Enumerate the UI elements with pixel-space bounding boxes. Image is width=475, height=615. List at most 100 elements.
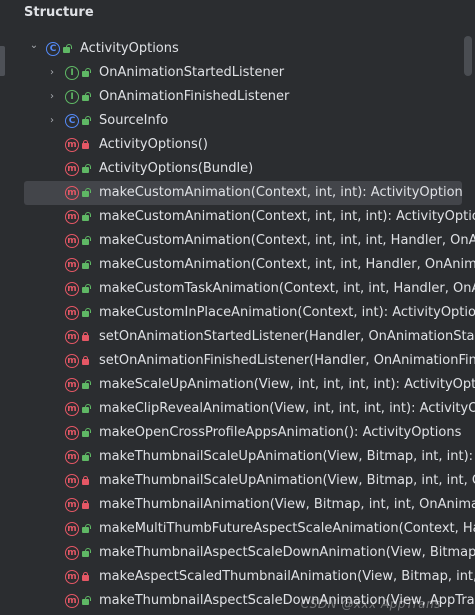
method-icon: m <box>65 402 79 416</box>
tree-row-label: makeClipRevealAnimation(View, int, int, … <box>99 401 475 416</box>
lock-icon <box>82 476 90 485</box>
tree-row[interactable]: m setOnAnimationStartedListener(Handler, … <box>0 325 475 349</box>
tree-row-label: makeMultiThumbFutureAspectScaleAnimation… <box>99 521 475 536</box>
method-icon: m <box>65 234 79 248</box>
tree-row[interactable]: › I OnAnimationStartedListener <box>0 61 475 85</box>
method-icon: m <box>65 258 79 272</box>
unlock-icon <box>82 428 90 437</box>
tree-row[interactable]: m makeThumbnailScaleUpAnimation(View, Bit… <box>0 445 475 469</box>
unlock-icon <box>82 164 90 173</box>
unlock-icon <box>82 596 90 605</box>
tree-row-label: makeCustomInPlaceAnimation(Context, int)… <box>99 305 475 320</box>
interface-icon: I <box>65 90 79 104</box>
method-icon: m <box>65 450 79 464</box>
tree-row-label: makeScaleUpAnimation(View, int, int, int… <box>99 377 475 392</box>
tree-row[interactable]: m makeClipRevealAnimation(View, int, int,… <box>0 397 475 421</box>
chevron-right-icon[interactable]: › <box>46 109 58 133</box>
tree-row[interactable]: m makeCustomTaskAnimation(Context, int, i… <box>0 277 475 301</box>
unlock-icon <box>82 92 90 101</box>
tree-row-label: makeThumbnailScaleUpAnimation(View, Bitm… <box>99 473 475 488</box>
tree-row[interactable]: m makeThumbnailScaleUpAnimation(View, Bit… <box>0 469 475 493</box>
method-icon: m <box>65 186 79 200</box>
unlock-icon <box>82 212 90 221</box>
unlock-icon <box>82 380 90 389</box>
method-icon: m <box>65 594 79 608</box>
tree-row-label: makeCustomAnimation(Context, int, int, i… <box>99 233 475 248</box>
tree-row-label: makeCustomTaskAnimation(Context, int, in… <box>99 281 475 296</box>
tree-row[interactable]: › C SourceInfo <box>0 109 475 133</box>
method-icon: m <box>65 210 79 224</box>
tree-row[interactable]: m makeOpenCrossProfileAppsAnimation(): Ac… <box>0 421 475 445</box>
tree-row[interactable]: m ActivityOptions(Bundle) <box>0 157 475 181</box>
unlock-icon <box>82 524 90 533</box>
tree-row-label: makeCustomAnimation(Context, int, int, i… <box>99 209 475 224</box>
tree-row-label: makeThumbnailAspectScaleDownAnimation(Vi… <box>99 545 475 560</box>
method-icon: m <box>65 378 79 392</box>
tree-row-label: SourceInfo <box>99 113 169 128</box>
tree-row-label: makeCustomAnimation(Context, int, int): … <box>99 185 462 200</box>
lock-icon <box>82 572 90 581</box>
tree-row-label: ActivityOptions(Bundle) <box>99 161 254 176</box>
tree-row-label: makeCustomAnimation(Context, int, int, H… <box>99 257 475 272</box>
tree-row-label: ActivityOptions <box>80 41 179 56</box>
tree-row[interactable]: m makeScaleUpAnimation(View, int, int, in… <box>0 373 475 397</box>
tree-row[interactable]: m makeCustomAnimation(Context, int, int, … <box>0 253 475 277</box>
tree-row[interactable]: m makeThumbnailAnimation(View, Bitmap, in… <box>0 493 475 517</box>
method-icon: m <box>65 546 79 560</box>
tree-row-label: setOnAnimationStartedListener(Handler, O… <box>99 329 475 344</box>
tree-row-label: setOnAnimationFinishedListener(Handler, … <box>99 353 475 368</box>
panel-title: Structure <box>24 5 94 20</box>
tree-row-label: makeThumbnailAnimation(View, Bitmap, int… <box>99 497 475 512</box>
unlock-icon <box>82 452 90 461</box>
interface-icon: I <box>65 66 79 80</box>
method-icon: m <box>65 138 79 152</box>
method-icon: m <box>65 570 79 584</box>
watermark: CSDN @xxx AppTrans <box>300 597 441 611</box>
tree-row[interactable]: m ActivityOptions() <box>0 133 475 157</box>
method-icon: m <box>65 354 79 368</box>
method-icon: m <box>65 330 79 344</box>
unlock-icon <box>82 236 90 245</box>
lock-icon <box>82 332 90 341</box>
chevron-right-icon[interactable]: › <box>46 61 58 85</box>
structure-tree: ⌄ C ActivityOptions › I OnAnimationStartedLis… <box>0 37 475 613</box>
tree-row[interactable]: m makeThumbnailAspectScaleDownAnimation(V… <box>0 541 475 565</box>
lock-icon <box>82 500 90 509</box>
tree-row[interactable]: m makeCustomInPlaceAnimation(Context, int… <box>0 301 475 325</box>
class-icon: C <box>46 42 60 56</box>
tree-row-label: ActivityOptions() <box>99 137 208 152</box>
unlock-icon <box>82 548 90 557</box>
unlock-icon <box>82 188 90 197</box>
unlock-icon <box>82 116 90 125</box>
lock-icon <box>82 356 90 365</box>
tree-row[interactable]: m makeMultiThumbFutureAspectScaleAnimatio… <box>0 517 475 541</box>
tree-row[interactable]: m makeCustomAnimation(Context, int, int, … <box>0 205 475 229</box>
unlock-icon <box>82 308 90 317</box>
tree-row-label: OnAnimationFinishedListener <box>99 89 290 104</box>
tree-row-label: makeThumbnailScaleUpAnimation(View, Bitm… <box>99 449 475 464</box>
tree-row-label: OnAnimationStartedListener <box>99 65 285 80</box>
tree-row[interactable]: › I OnAnimationFinishedListener <box>0 85 475 109</box>
unlock-icon <box>82 68 90 77</box>
method-icon: m <box>65 474 79 488</box>
tree-row[interactable]: ⌄ C ActivityOptions <box>0 37 475 61</box>
method-icon: m <box>65 306 79 320</box>
tree-row[interactable]: m makeAspectScaledThumbnailAnimation(View… <box>0 565 475 589</box>
chevron-right-icon[interactable]: › <box>46 85 58 109</box>
lock-icon <box>82 140 90 149</box>
tree-row[interactable]: m setOnAnimationFinishedListener(Handler,… <box>0 349 475 373</box>
unlock-icon <box>82 260 90 269</box>
unlock-icon <box>82 404 90 413</box>
unlock-icon <box>82 284 90 293</box>
tree-row[interactable]: m makeCustomAnimation(Context, int, int):… <box>24 181 462 205</box>
tree-row[interactable]: m makeCustomAnimation(Context, int, int, … <box>0 229 475 253</box>
chevron-down-icon[interactable]: ⌄ <box>28 37 40 58</box>
unlock-icon <box>63 44 71 53</box>
class-icon: C <box>65 114 79 128</box>
method-icon: m <box>65 522 79 536</box>
method-icon: m <box>65 498 79 512</box>
tree-row-label: makeAspectScaledThumbnailAnimation(View,… <box>99 569 475 584</box>
method-icon: m <box>65 162 79 176</box>
method-icon: m <box>65 426 79 440</box>
method-icon: m <box>65 282 79 296</box>
